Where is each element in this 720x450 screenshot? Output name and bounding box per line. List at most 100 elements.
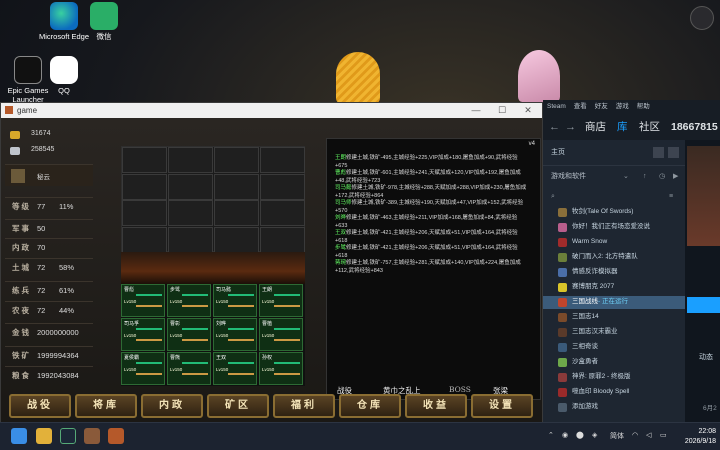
play-button[interactable] xyxy=(687,297,720,313)
income-button[interactable]: 收益 xyxy=(405,394,467,418)
game-app-icon xyxy=(5,106,13,114)
tab-library[interactable]: 库 xyxy=(617,114,628,142)
formation-cell[interactable] xyxy=(214,226,259,253)
mine-button[interactable]: 矿区 xyxy=(207,394,269,418)
library-game-item[interactable]: 神界: 原罪2 - 终极版 xyxy=(543,371,685,384)
copilot-button[interactable] xyxy=(690,6,714,30)
hero-card[interactable]: 孙权 Lv150 xyxy=(259,352,303,385)
formation-cell[interactable] xyxy=(214,147,259,173)
hero-card[interactable]: 刘晔 Lv150 xyxy=(213,318,257,351)
steam-menu-item[interactable]: Steam xyxy=(547,103,566,110)
hero-card[interactable]: 曹彰 Lv150 xyxy=(167,318,211,351)
welfare-button[interactable]: 福利 xyxy=(273,394,335,418)
formation-cell[interactable] xyxy=(168,147,213,173)
filter-icon[interactable]: ▶ xyxy=(673,166,678,188)
tray-app-icon[interactable]: ◈ xyxy=(592,431,597,439)
library-game-item[interactable]: 沙盒勇者 xyxy=(543,356,685,369)
minimize-button[interactable]: — xyxy=(463,103,489,118)
formation-cell[interactable] xyxy=(122,173,167,200)
formation-cell[interactable] xyxy=(122,147,167,173)
formation-cell[interactable] xyxy=(260,200,305,226)
app-taskbar-icon[interactable] xyxy=(84,428,100,444)
library-home[interactable]: 主页 xyxy=(543,140,685,166)
formation-cell[interactable] xyxy=(260,147,305,173)
library-game-item[interactable]: 赛博朋克 2077 xyxy=(543,281,685,294)
hero-card[interactable]: 王双 Lv150 xyxy=(213,352,257,385)
stat-value: 1999994364 xyxy=(37,351,79,360)
formation-cell[interactable] xyxy=(122,226,167,253)
settings-button[interactable]: 设置 xyxy=(471,394,533,418)
steam-menu-item[interactable]: 游戏 xyxy=(616,103,629,110)
back-arrow-icon[interactable]: ← xyxy=(549,114,560,140)
general-library-button[interactable]: 将库 xyxy=(75,394,137,418)
formation-cell[interactable] xyxy=(168,173,213,200)
hero-card-level: Lv150 xyxy=(170,299,183,304)
warehouse-button[interactable]: 仓库 xyxy=(339,394,401,418)
log-text: 修建土城,铁矿-601,主城经验+241,天赋加成+120,VIP加成+192,… xyxy=(335,170,521,184)
tab-community[interactable]: 社区 xyxy=(639,114,660,140)
tray-app-icon[interactable]: ◉ xyxy=(562,431,568,439)
tray-app-icon[interactable]: ⬤ xyxy=(576,431,584,439)
library-game-item[interactable]: 三国志汉末霸业 xyxy=(543,326,685,339)
maximize-button[interactable]: ☐ xyxy=(489,103,515,118)
sort-icon[interactable]: ↑ xyxy=(643,166,647,188)
filter-lines-icon[interactable]: ≡ xyxy=(669,188,673,206)
wifi-icon[interactable]: ◠ xyxy=(632,431,638,439)
steam-menu-item[interactable]: 好友 xyxy=(595,103,608,110)
list-view-icon[interactable] xyxy=(668,147,679,158)
grid-view-icon[interactable] xyxy=(653,147,664,158)
desktop-icon-wechat[interactable]: 微信 xyxy=(76,2,132,41)
ime-indicator[interactable]: 简体 xyxy=(610,431,624,441)
hero-card[interactable]: 夏侯霸 Lv150 xyxy=(121,352,165,385)
library-game-item[interactable]: 牧剑(Tale Of Swords) xyxy=(543,206,685,219)
hero-card-level: Lv150 xyxy=(124,367,137,372)
library-game-item[interactable]: 三相奇谈 xyxy=(543,341,685,354)
steam-menu-item[interactable]: 查看 xyxy=(574,103,587,110)
volume-icon[interactable]: ◁ xyxy=(646,431,651,439)
games-filter-dropdown[interactable]: 游戏和软件 ⌄ ↑ ◷ ▶ xyxy=(543,166,685,188)
library-game-item[interactable]: 破门而入2: 北方特遣队 xyxy=(543,251,685,264)
stat-value: 50 xyxy=(37,224,46,233)
formation-cell[interactable] xyxy=(168,200,213,226)
close-button[interactable]: ✕ xyxy=(515,103,541,118)
formation-cell[interactable] xyxy=(168,226,213,253)
tab-user[interactable]: 18667815 xyxy=(671,114,718,140)
hero-card-level: Lv150 xyxy=(170,367,183,372)
library-search[interactable]: ⌕ ≡ xyxy=(543,188,685,206)
recent-icon[interactable]: ◷ xyxy=(659,166,665,188)
tray-overflow-icon[interactable]: ⌃ xyxy=(548,431,554,439)
steam-menu-item[interactable]: 帮助 xyxy=(637,103,650,110)
game-taskbar-icon[interactable] xyxy=(108,428,124,444)
desktop-icon-qq[interactable]: QQ xyxy=(36,56,92,95)
hero-card-name: 曹彰 xyxy=(170,321,181,327)
domestic-button[interactable]: 内政 xyxy=(141,394,203,418)
log-line: 刘晔修建土城,铁矿-463,主城经验+211,VIP加成+168,屠鱼加成+84… xyxy=(335,215,529,230)
forward-arrow-icon[interactable]: → xyxy=(565,114,576,140)
hero-card[interactable]: 曹彪 Lv150 xyxy=(121,284,165,317)
hero-card[interactable]: 司马孚 Lv150 xyxy=(121,318,165,351)
library-game-item[interactable]: 噬血印 Bloody Spell xyxy=(543,386,685,399)
library-game-item[interactable]: 三国志14 xyxy=(543,311,685,324)
library-game-item[interactable]: Warm Snow xyxy=(543,236,685,249)
formation-cell[interactable] xyxy=(260,226,305,253)
tab-store[interactable]: 商店 xyxy=(585,114,606,140)
steam-taskbar-icon[interactable] xyxy=(60,428,76,444)
file-explorer-icon[interactable] xyxy=(36,428,52,444)
battery-icon[interactable]: ▭ xyxy=(660,431,667,439)
formation-cell[interactable] xyxy=(214,200,259,226)
clock[interactable]: 22:08 2026/9/18 xyxy=(676,427,716,447)
library-game-item[interactable]: 添加游戏 xyxy=(543,401,685,414)
battle-button[interactable]: 战役 xyxy=(9,394,71,418)
hero-card[interactable]: 步骘 Lv150 xyxy=(167,284,211,317)
formation-cell[interactable] xyxy=(214,173,259,200)
formation-cell[interactable] xyxy=(122,200,167,226)
library-game-item[interactable]: 你好！我们正有场恋爱没说 xyxy=(543,221,685,234)
formation-cell[interactable] xyxy=(260,173,305,200)
hero-card[interactable]: 王朗 Lv150 xyxy=(259,284,303,317)
hero-card[interactable]: 曹植 Lv150 xyxy=(259,318,303,351)
library-game-item[interactable]: 三国战线- 正在运行 xyxy=(543,296,685,309)
start-menu-icon[interactable] xyxy=(11,428,27,444)
hero-card[interactable]: 司马懿 Lv150 xyxy=(213,284,257,317)
hero-card[interactable]: 曹熊 Lv150 xyxy=(167,352,211,385)
library-game-item[interactable]: 情感反诈模拟器 xyxy=(543,266,685,279)
